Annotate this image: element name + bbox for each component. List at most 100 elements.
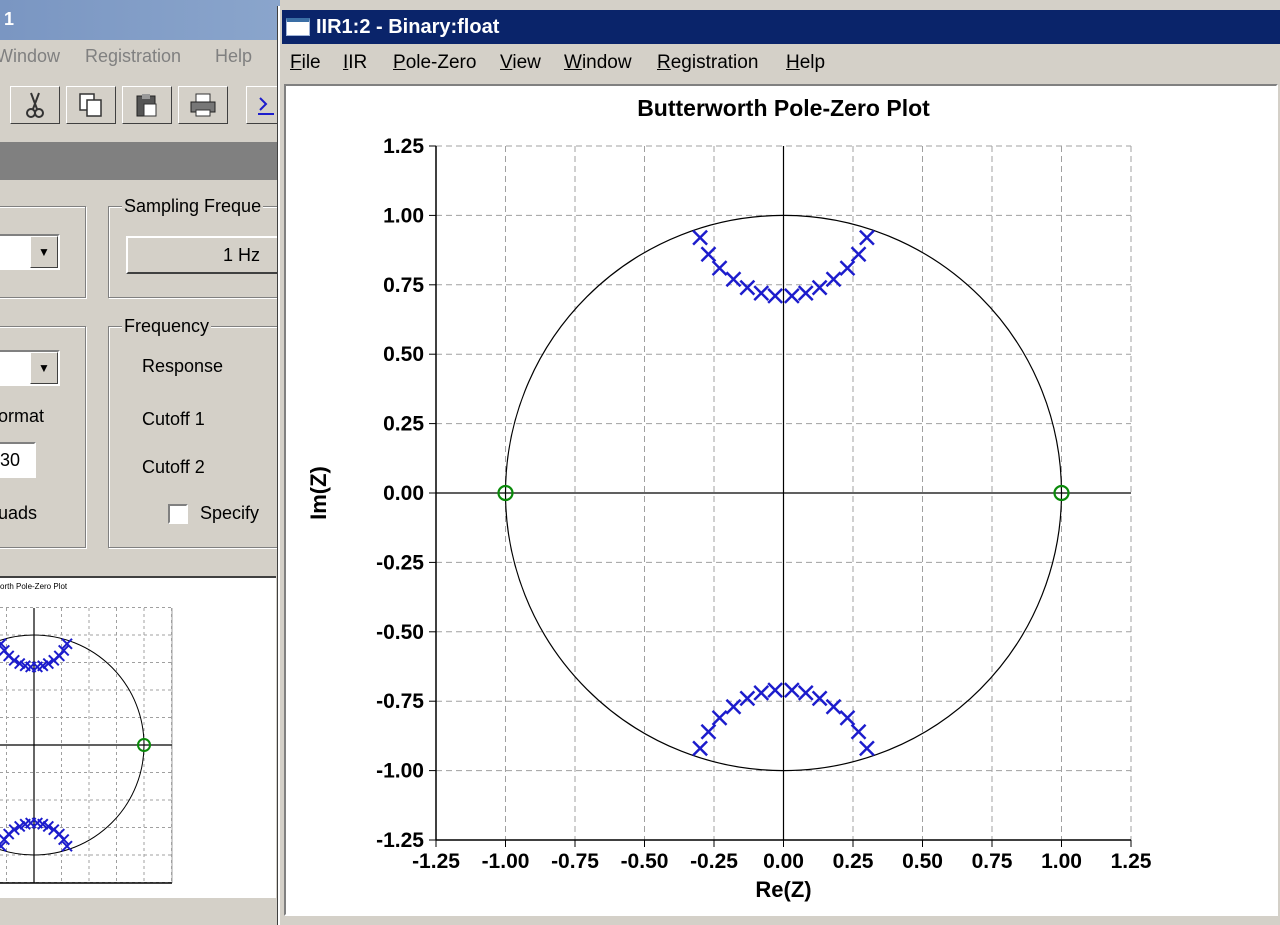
pole-marker xyxy=(711,709,728,726)
x-tick-label: -1.25 xyxy=(412,850,460,873)
pole-marker xyxy=(825,698,842,715)
y-tick-label: 1.00 xyxy=(383,204,424,227)
y-tick-label: -0.25 xyxy=(376,551,424,574)
copy-icon xyxy=(79,93,102,117)
bg-menu-window[interactable]: Window xyxy=(0,46,60,67)
chevron-down-icon[interactable]: ▼ xyxy=(30,352,58,384)
specify-checkbox[interactable] xyxy=(168,504,188,524)
main-titlebar[interactable]: IIR1:2 - Binary:float xyxy=(282,10,1280,44)
cutoff1-label: Cutoff 1 xyxy=(142,409,205,429)
cutoff2-label: Cutoff 2 xyxy=(142,457,205,477)
menu-window[interactable]: Window xyxy=(564,52,632,74)
pole-marker xyxy=(797,684,814,701)
menu-pole-zero[interactable]: Pole-Zero xyxy=(393,52,476,74)
background-menubar: Window Registration Help xyxy=(0,42,280,72)
format-label: ormat xyxy=(0,406,45,426)
import-button[interactable] xyxy=(246,86,280,124)
pole-marker xyxy=(725,271,742,288)
pole-marker xyxy=(739,690,756,707)
y-tick-label: 0.75 xyxy=(383,274,424,297)
pole-marker xyxy=(767,682,784,698)
response-label: Response xyxy=(142,356,224,376)
pole-marker xyxy=(811,279,828,296)
x-axis-label: Re(Z) xyxy=(755,877,811,902)
chart-title: Butterworth Pole-Zero Plot xyxy=(637,95,930,121)
pole-marker xyxy=(692,740,708,757)
frequency-group-label: Frequency xyxy=(122,316,212,337)
pole-marker xyxy=(859,740,875,757)
sampling-frequency-button[interactable]: 1 Hz xyxy=(126,236,280,274)
pole-marker xyxy=(850,246,867,263)
window-title: IIR1:2 - Binary:float xyxy=(316,16,500,38)
y-tick-label: 1.25 xyxy=(383,135,424,158)
y-axis-label: Im(Z) xyxy=(306,466,331,520)
pole-marker xyxy=(825,271,842,288)
pole-marker xyxy=(783,682,800,698)
menu-view[interactable]: View xyxy=(500,52,541,74)
background-titlebar[interactable]: 1 xyxy=(0,0,280,40)
print-button[interactable] xyxy=(178,86,228,124)
pole-marker xyxy=(859,229,875,246)
pole-marker xyxy=(839,260,856,277)
main-menubar: File IIR Pole-Zero View Window Registrat… xyxy=(282,46,1280,80)
y-tick-label: -0.75 xyxy=(376,690,424,713)
pole-marker xyxy=(753,285,770,302)
x-tick-label: 1.00 xyxy=(1041,850,1082,873)
y-tick-label: -1.00 xyxy=(376,760,424,783)
pole-marker xyxy=(767,288,784,304)
x-tick-label: 1.25 xyxy=(1111,850,1152,873)
window-icon[interactable] xyxy=(286,18,310,36)
menu-iir[interactable]: IIR xyxy=(343,52,367,74)
sampling-frequency-label: Sampling Freque xyxy=(122,196,264,217)
pole-marker xyxy=(700,723,717,740)
chevron-down-icon[interactable]: ▼ xyxy=(30,236,58,268)
x-tick-label: 0.75 xyxy=(972,850,1013,873)
menu-help[interactable]: Help xyxy=(786,52,825,74)
pole-marker xyxy=(725,698,742,715)
y-tick-label: -1.25 xyxy=(376,829,424,852)
pole-marker xyxy=(850,723,867,740)
x-tick-label: -1.00 xyxy=(482,850,530,873)
pole-marker xyxy=(753,684,770,701)
x-tick-label: -0.50 xyxy=(621,850,669,873)
bg-menu-registration[interactable]: Registration xyxy=(85,46,181,67)
bg-menu-help[interactable]: Help xyxy=(215,46,252,67)
background-panel-header xyxy=(0,142,280,180)
pole-marker xyxy=(839,709,856,726)
pole-zero-chart: Butterworth Pole-Zero Plot -1.25 -1.00 -0.7… xyxy=(306,95,1152,902)
cut-button[interactable] xyxy=(10,86,60,124)
mini-pole-zero-plot: orth Pole-Zero Plot xyxy=(0,576,276,898)
field-input[interactable]: 30 xyxy=(0,442,36,478)
quads-label: uads xyxy=(0,503,38,523)
pole-marker xyxy=(797,285,814,302)
menu-registration[interactable]: Registration xyxy=(657,52,758,74)
specify-label: Specify xyxy=(200,503,260,523)
background-toolbar xyxy=(0,84,280,128)
x-tick-label: 0.50 xyxy=(902,850,943,873)
y-tick-label: -0.50 xyxy=(376,621,424,644)
menu-file[interactable]: File xyxy=(290,52,321,74)
cut-icon xyxy=(26,92,44,118)
pole-zero-plot-panel: Butterworth Pole-Zero Plot -1.25 -1.00 -0.7… xyxy=(284,84,1278,916)
background-window: 1 Window Registration Help ▼ Sampling Fr… xyxy=(0,0,280,925)
print-icon xyxy=(190,93,216,117)
pole-marker xyxy=(700,246,717,263)
paste-button[interactable] xyxy=(122,86,172,124)
y-tick-label: 0.25 xyxy=(383,413,424,436)
pole-marker xyxy=(811,690,828,707)
filter-combo[interactable]: ▼ xyxy=(0,234,60,270)
x-tick-label: -0.75 xyxy=(551,850,599,873)
pole-marker xyxy=(711,260,728,277)
background-title: 1 xyxy=(4,9,15,29)
x-tick-label: 0.25 xyxy=(833,850,874,873)
y-tick-label: 0.50 xyxy=(383,343,424,366)
pole-marker xyxy=(739,279,756,296)
pole-marker xyxy=(692,229,708,246)
pole-marker xyxy=(783,288,800,304)
x-tick-label: 0.00 xyxy=(763,850,804,873)
x-tick-label: -0.25 xyxy=(690,850,738,873)
copy-button[interactable] xyxy=(66,86,116,124)
mini-plot-svg xyxy=(0,607,173,884)
response-combo[interactable]: ▼ xyxy=(0,350,60,386)
y-tick-label: 0.00 xyxy=(383,482,424,505)
